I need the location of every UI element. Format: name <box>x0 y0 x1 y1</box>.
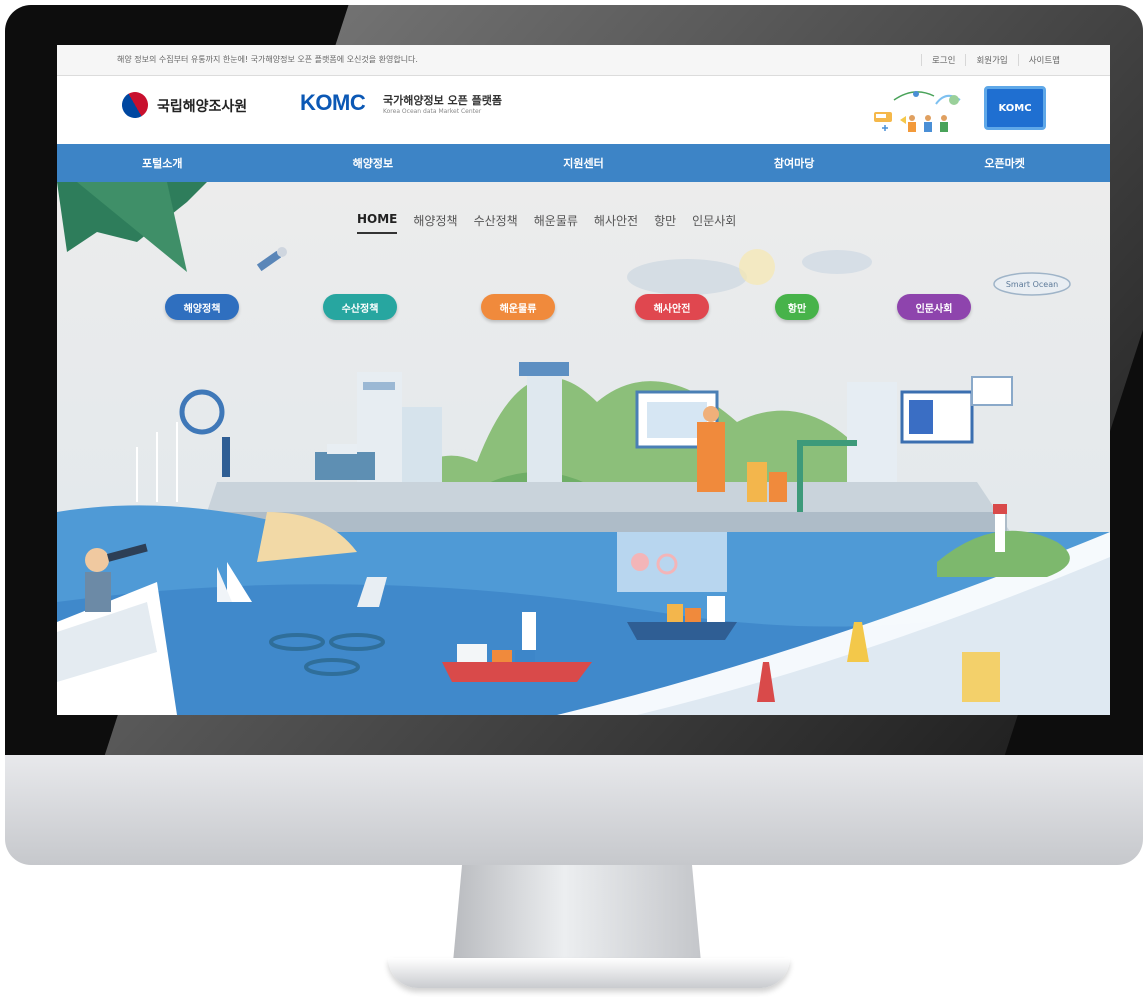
welcome-notice: 해양 정보의 수집부터 유통까지 한눈에! 국가해양정보 오픈 플랫폼에 오신것… <box>117 55 418 64</box>
subnav-humanities[interactable]: 인문사회 <box>692 212 736 234</box>
site-header: 국립해양조사원 KOMC 국가해양정보 오픈 플랫폼 Korea Ocean d… <box>57 76 1110 144</box>
nav-open-market[interactable]: 오픈마켓 <box>899 144 1110 182</box>
komc-monitor-icon: KOMC <box>984 86 1046 130</box>
airship-icon: Smart Ocean <box>993 272 1071 296</box>
government-emblem-icon[interactable] <box>117 87 153 123</box>
org-name[interactable]: 국립해양조사원 <box>157 96 247 116</box>
satellite-icon <box>256 247 287 272</box>
pill-ocean-policy[interactable]: 해양정책 <box>165 294 239 320</box>
pill-port[interactable]: 항만 <box>775 294 819 320</box>
pill-maritime-safety[interactable]: 해사안전 <box>635 294 709 320</box>
subnav-fisheries-policy[interactable]: 수산정책 <box>474 212 518 234</box>
signup-link[interactable]: 회원가입 <box>965 54 1017 66</box>
nav-ocean-info[interactable]: 해양정보 <box>268 144 479 182</box>
subnav-shipping-logistics[interactable]: 해운물류 <box>534 212 578 234</box>
main-nav: 포털소개 해양정보 지원센터 참여마당 오픈마켓 <box>57 144 1110 182</box>
nav-support-center[interactable]: 지원센터 <box>478 144 689 182</box>
pill-fisheries-policy[interactable]: 수산정책 <box>323 294 397 320</box>
subnav-port[interactable]: 항만 <box>654 212 676 234</box>
subnav-ocean-policy[interactable]: 해양정책 <box>413 212 457 234</box>
platform-subtitle: Korea Ocean data Market Center <box>383 108 482 115</box>
utility-links: 로그인 회원가입 사이트맵 <box>920 45 1070 75</box>
login-link[interactable]: 로그인 <box>920 54 965 66</box>
pill-humanities[interactable]: 인문사회 <box>897 294 971 320</box>
website-screen: 해양 정보의 수집부터 유통까지 한눈에! 국가해양정보 오픈 플랫폼에 오신것… <box>57 45 1110 715</box>
nav-portal-intro[interactable]: 포털소개 <box>57 144 268 182</box>
category-pills: 해양정책 수산정책 해운물류 해사안전 항만 인문사회 <box>57 294 1110 324</box>
monitor-chin <box>5 755 1143 865</box>
pill-shipping-logistics[interactable]: 해운물류 <box>481 294 555 320</box>
sitemap-link[interactable]: 사이트맵 <box>1017 54 1070 66</box>
monitor-stand-base <box>388 958 790 988</box>
komc-screen-label: KOMC <box>998 102 1032 114</box>
monitor-stand-neck <box>452 865 702 973</box>
harbor-scene <box>57 182 1110 715</box>
platform-title: 국가해양정보 오픈 플랫폼 <box>383 94 502 107</box>
nav-participation[interactable]: 참여마당 <box>689 144 900 182</box>
subnav-home[interactable]: HOME <box>357 212 398 234</box>
komc-logo[interactable]: KOMC <box>300 90 366 116</box>
sub-nav: HOME 해양정책 수산정책 해운물류 해사안전 항만 인문사회 <box>357 212 736 234</box>
subnav-maritime-safety[interactable]: 해사안전 <box>594 212 638 234</box>
hero-illustration: HOME 해양정책 수산정책 해운물류 해사안전 항만 인문사회 해양정책 수산… <box>57 182 1110 715</box>
airship-label: Smart Ocean <box>1006 280 1058 289</box>
utility-bar: 해양 정보의 수집부터 유통까지 한눈에! 국가해양정보 오픈 플랫폼에 오신것… <box>57 45 1110 76</box>
